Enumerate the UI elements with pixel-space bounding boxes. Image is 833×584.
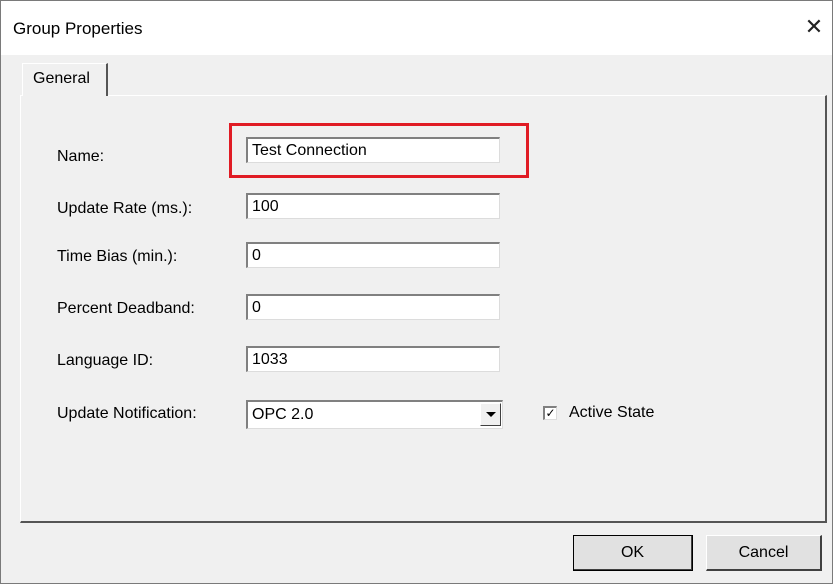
title-bar: Group Properties ✕ bbox=[1, 1, 832, 55]
close-icon[interactable]: ✕ bbox=[796, 9, 832, 45]
update-notification-label: Update Notification: bbox=[57, 405, 197, 422]
language-id-input[interactable]: 1033 bbox=[246, 346, 500, 372]
tab-general[interactable]: General bbox=[22, 63, 108, 96]
percent-deadband-input[interactable]: 0 bbox=[246, 294, 500, 320]
window-title: Group Properties bbox=[13, 19, 143, 38]
update-notification-select[interactable]: OPC 2.0 bbox=[246, 400, 503, 429]
language-id-label: Language ID: bbox=[57, 352, 154, 369]
time-bias-input[interactable]: 0 bbox=[246, 242, 500, 268]
dropdown-arrow-button[interactable] bbox=[480, 403, 501, 426]
update-rate-input[interactable]: 100 bbox=[246, 193, 500, 219]
name-input[interactable]: Test Connection bbox=[246, 137, 500, 163]
chevron-down-icon bbox=[485, 412, 496, 417]
time-bias-label: Time Bias (min.): bbox=[57, 248, 178, 265]
tab-general-label: General bbox=[33, 70, 90, 87]
general-panel: Name: Test Connection Update Rate (ms.):… bbox=[20, 95, 827, 523]
active-state-checkbox[interactable]: ✓ bbox=[543, 406, 557, 420]
percent-deadband-label: Percent Deadband: bbox=[57, 300, 195, 317]
active-state-label[interactable]: Active State bbox=[569, 404, 654, 422]
ok-button[interactable]: OK bbox=[573, 535, 693, 571]
update-notification-value: OPC 2.0 bbox=[252, 406, 314, 423]
name-label: Name: bbox=[57, 148, 105, 165]
cancel-button[interactable]: Cancel bbox=[706, 535, 822, 571]
group-properties-dialog: Group Properties ✕ General Name: Test Co… bbox=[0, 0, 833, 584]
update-rate-label: Update Rate (ms.): bbox=[57, 200, 193, 217]
